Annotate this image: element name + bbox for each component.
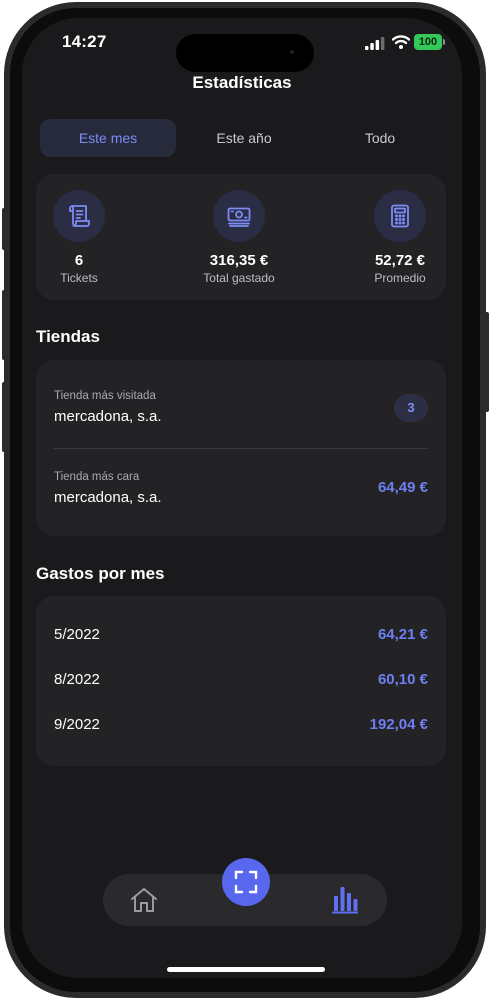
tab-this-year[interactable]: Este año bbox=[176, 119, 312, 157]
month-label: 5/2022 bbox=[54, 626, 100, 643]
month-row[interactable]: 8/2022 60,10 € bbox=[36, 658, 446, 704]
month-row[interactable]: 9/2022 192,04 € bbox=[36, 704, 446, 750]
summary-card: 6 Tickets 316,35 € Total gastado 52,72 €… bbox=[36, 174, 446, 300]
volume-down-button bbox=[2, 382, 6, 452]
most-expensive-caption: Tienda más cara bbox=[54, 471, 140, 483]
stats-icon[interactable] bbox=[331, 884, 359, 914]
month-amount: 192,04 € bbox=[369, 716, 428, 733]
month-amount: 60,10 € bbox=[377, 671, 428, 688]
stores-section-title: Tiendas bbox=[36, 327, 100, 346]
month-amount: 64,21 € bbox=[377, 626, 428, 643]
battery-icon: 100 bbox=[414, 34, 442, 50]
cellular-signal-icon bbox=[365, 37, 385, 50]
dynamic-island bbox=[176, 34, 314, 72]
visit-count-badge: 3 bbox=[394, 394, 428, 422]
most-visited-caption: Tienda más visitada bbox=[54, 390, 156, 402]
app-screen: 14:27 100 Estadísticas Este mes Este año… bbox=[22, 18, 462, 978]
battery-tip bbox=[443, 39, 445, 45]
status-bar: 14:27 100 bbox=[22, 18, 462, 72]
total-spent-label: Total gastado bbox=[203, 271, 275, 285]
total-spent-value: 316,35 € bbox=[209, 252, 269, 269]
status-time: 14:27 bbox=[62, 32, 107, 51]
home-indicator[interactable] bbox=[167, 967, 325, 972]
power-button bbox=[485, 312, 489, 412]
calculator-icon bbox=[374, 190, 426, 242]
action-button bbox=[2, 208, 6, 250]
stat-average: 52,72 € Promedio bbox=[345, 190, 455, 285]
most-expensive-store[interactable]: Tienda más cara mercadona, s.a. 64,49 € bbox=[36, 449, 446, 536]
tab-all[interactable]: Todo bbox=[312, 119, 448, 157]
most-visited-name: mercadona, s.a. bbox=[54, 408, 162, 425]
period-selector: Este mes Este año Todo bbox=[36, 119, 448, 157]
monthly-card: 5/2022 64,21 € 8/2022 60,10 € 9/2022 192… bbox=[36, 596, 446, 766]
most-expensive-name: mercadona, s.a. bbox=[54, 489, 162, 506]
most-visited-store[interactable]: Tienda más visitada mercadona, s.a. 3 bbox=[36, 360, 446, 448]
most-expensive-amount: 64,49 € bbox=[377, 479, 428, 496]
stat-total-spent: 316,35 € Total gastado bbox=[184, 190, 294, 285]
tickets-label: Tickets bbox=[60, 271, 98, 285]
wifi-icon bbox=[392, 35, 410, 49]
average-value: 52,72 € bbox=[374, 252, 426, 269]
tickets-count: 6 bbox=[74, 252, 84, 269]
banknote-icon bbox=[213, 190, 265, 242]
stores-card: Tienda más visitada mercadona, s.a. 3 Ti… bbox=[36, 360, 446, 536]
tab-this-month[interactable]: Este mes bbox=[40, 119, 176, 157]
page-title: Estadísticas bbox=[192, 73, 292, 92]
volume-up-button bbox=[2, 290, 6, 360]
scan-button[interactable] bbox=[222, 858, 270, 906]
month-row[interactable]: 5/2022 64,21 € bbox=[36, 612, 446, 658]
month-label: 8/2022 bbox=[54, 671, 100, 688]
scan-icon bbox=[234, 870, 258, 894]
home-icon[interactable] bbox=[129, 886, 159, 914]
stat-tickets: 6 Tickets bbox=[24, 190, 134, 285]
month-label: 9/2022 bbox=[54, 716, 100, 733]
camera-dot bbox=[290, 50, 294, 54]
monthly-section-title: Gastos por mes bbox=[36, 564, 165, 583]
receipt-icon bbox=[53, 190, 105, 242]
average-label: Promedio bbox=[374, 271, 426, 285]
